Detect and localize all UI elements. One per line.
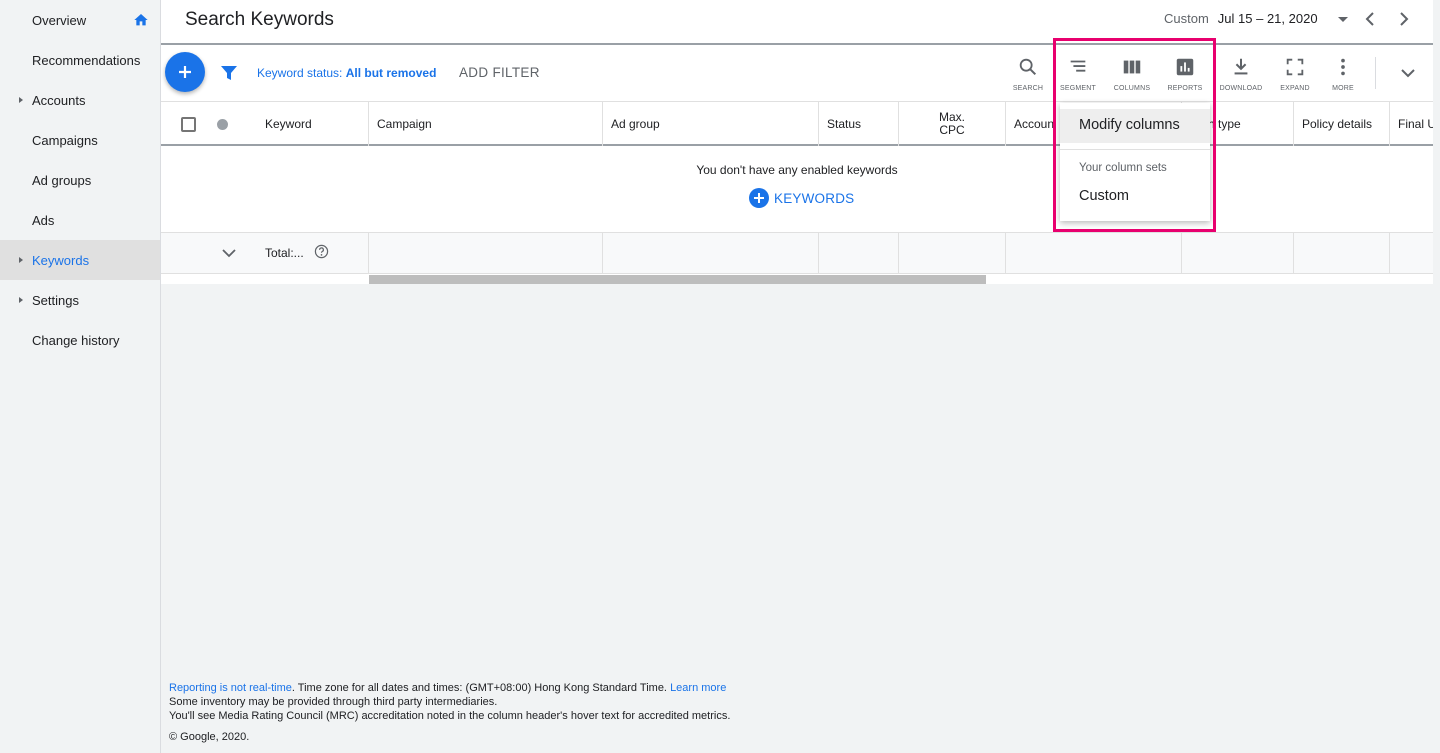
chevron-down-icon[interactable] bbox=[1398, 63, 1418, 83]
chevron-right-icon[interactable] bbox=[1396, 9, 1412, 29]
page-title: Search Keywords bbox=[185, 9, 334, 30]
sidebar-item-ad-groups[interactable]: Ad groups bbox=[0, 160, 160, 200]
column-keyword[interactable]: Keyword bbox=[257, 102, 369, 146]
sidebar-item-accounts[interactable]: Accounts bbox=[0, 80, 160, 120]
sidebar-item-recommendations[interactable]: Recommendations bbox=[0, 40, 160, 80]
more-vert-icon bbox=[1341, 58, 1345, 76]
column-campaign[interactable]: Campaign bbox=[369, 102, 603, 146]
column-policy-details[interactable]: Policy details bbox=[1294, 102, 1390, 146]
table-cell bbox=[1182, 233, 1294, 274]
sidebar-item-ads[interactable]: Ads bbox=[0, 200, 160, 240]
column-label: Status bbox=[827, 117, 862, 131]
more-label: MORE bbox=[1332, 85, 1354, 92]
sidebar-item-label: Change history bbox=[32, 332, 120, 348]
search-button[interactable]: SEARCH bbox=[1003, 56, 1053, 92]
home-icon bbox=[134, 14, 148, 26]
chevron-left-icon[interactable] bbox=[1362, 9, 1378, 29]
column-ad-group[interactable]: Ad group bbox=[603, 102, 819, 146]
column-final-url[interactable]: Final U bbox=[1390, 102, 1433, 146]
download-icon bbox=[1234, 58, 1248, 75]
filter-chip-value: All but removed bbox=[345, 66, 437, 80]
keywords-table: Keyword Campaign Ad group Status Max. CP… bbox=[161, 102, 1433, 284]
footer-line-2: Some inventory may be provided through t… bbox=[169, 696, 498, 708]
date-range-label: Custom bbox=[1164, 11, 1209, 26]
search-icon bbox=[1019, 58, 1037, 76]
sidebar-nav: Overview Recommendations Accounts Campai… bbox=[0, 0, 161, 753]
date-range-picker[interactable]: Custom Jul 15 – 21, 2020 bbox=[1164, 11, 1348, 26]
sidebar-item-overview[interactable]: Overview bbox=[0, 0, 160, 40]
sidebar-item-label: Ads bbox=[32, 212, 55, 228]
add-keywords-button[interactable]: KEYWORDS bbox=[749, 188, 854, 208]
column-max-cpc[interactable]: Max. CPC bbox=[899, 102, 1006, 146]
table-cell bbox=[819, 233, 899, 274]
column-label: Final U bbox=[1398, 117, 1433, 131]
reporting-link[interactable]: Reporting is not real-time bbox=[169, 682, 292, 694]
add-filter-button[interactable]: ADD FILTER bbox=[459, 65, 540, 80]
add-button[interactable] bbox=[165, 52, 205, 92]
toolbar-divider bbox=[1375, 57, 1376, 89]
page-header: Search Keywords Custom Jul 15 – 21, 2020 bbox=[161, 0, 1433, 45]
empty-message: You don't have any enabled keywords bbox=[696, 163, 898, 177]
column-label: CPC bbox=[939, 123, 965, 137]
table-cell bbox=[1294, 233, 1390, 274]
expand-button[interactable]: EXPAND bbox=[1270, 56, 1320, 92]
sidebar-item-label: Campaigns bbox=[32, 132, 98, 148]
empty-state: You don't have any enabled keywords KEYW… bbox=[161, 146, 1433, 233]
sidebar-item-campaigns[interactable]: Campaigns bbox=[0, 120, 160, 160]
sidebar-item-label: Accounts bbox=[32, 92, 86, 108]
table-cell bbox=[899, 233, 1006, 274]
total-row: Total:... bbox=[161, 233, 1433, 274]
column-label: Campaign bbox=[377, 117, 432, 131]
sidebar-item-keywords[interactable]: Keywords bbox=[0, 240, 160, 280]
footer-notes: Reporting is not real-time. Time zone fo… bbox=[169, 681, 730, 723]
table-toolbar: Keyword status: All but removed ADD FILT… bbox=[161, 45, 1433, 102]
column-label: Policy details bbox=[1302, 117, 1373, 131]
plus-icon bbox=[179, 66, 191, 78]
plus-circle-icon bbox=[749, 188, 769, 208]
filter-chip-keyword-status[interactable]: Keyword status: All but removed bbox=[257, 66, 436, 80]
column-status[interactable]: Status bbox=[819, 102, 899, 146]
timezone-text: . Time zone for all dates and times: (GM… bbox=[291, 682, 667, 694]
select-all-checkbox[interactable] bbox=[181, 117, 196, 132]
footer-line-1: Reporting is not real-time. Time zone fo… bbox=[169, 681, 730, 695]
sidebar-item-label: Keywords bbox=[32, 252, 90, 268]
sidebar-item-label: Overview bbox=[32, 12, 87, 28]
status-dot-icon bbox=[217, 119, 228, 130]
table-cell bbox=[603, 233, 819, 274]
table-cell bbox=[1006, 233, 1182, 274]
date-range-value: Jul 15 – 21, 2020 bbox=[1217, 11, 1318, 26]
horizontal-scrollbar[interactable] bbox=[161, 274, 1433, 284]
table-header-row: Keyword Campaign Ad group Status Max. CP… bbox=[161, 102, 1433, 146]
expand-caret-icon[interactable] bbox=[19, 297, 23, 303]
expand-caret-icon[interactable] bbox=[19, 97, 23, 103]
filter-chip-prefix: Keyword status: bbox=[257, 66, 343, 80]
sidebar-item-label: Ad groups bbox=[32, 172, 92, 188]
sidebar-item-label: Settings bbox=[32, 292, 79, 308]
copyright: © Google, 2020. bbox=[169, 731, 250, 743]
sidebar-item-label: Recommendations bbox=[32, 52, 141, 68]
column-label: Accoun bbox=[1014, 117, 1055, 131]
filter-icon[interactable] bbox=[220, 64, 238, 82]
more-button[interactable]: MORE bbox=[1318, 56, 1368, 92]
table-cell bbox=[161, 233, 369, 274]
column-label: Ad group bbox=[611, 117, 660, 131]
download-button[interactable]: DOWNLOAD bbox=[1216, 56, 1266, 92]
sidebar-item-settings[interactable]: Settings bbox=[0, 280, 160, 320]
search-label: SEARCH bbox=[1012, 85, 1044, 92]
learn-more-link[interactable]: Learn more bbox=[670, 682, 726, 694]
expand-caret-icon[interactable] bbox=[19, 257, 23, 263]
highlight-box bbox=[1053, 38, 1216, 232]
fullscreen-icon bbox=[1286, 58, 1304, 76]
expand-label: EXPAND bbox=[1280, 85, 1310, 92]
footer-line-3: You'll see Media Rating Council (MRC) ac… bbox=[169, 710, 731, 722]
scrollbar-thumb[interactable] bbox=[369, 275, 986, 284]
sidebar-item-change-history[interactable]: Change history bbox=[0, 320, 160, 360]
dropdown-arrow-icon[interactable] bbox=[1338, 17, 1348, 22]
column-label: Keyword bbox=[265, 117, 312, 131]
download-label: DOWNLOAD bbox=[1219, 85, 1263, 92]
table-cell bbox=[369, 233, 603, 274]
add-keywords-label: KEYWORDS bbox=[774, 190, 855, 206]
